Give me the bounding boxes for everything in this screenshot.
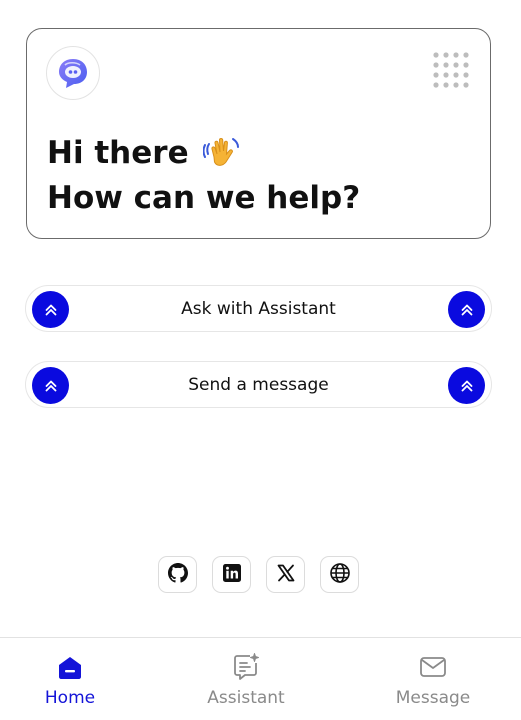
send-message-button[interactable]: Send a message (25, 361, 492, 408)
x-icon (276, 563, 296, 587)
tab-home-label: Home (44, 688, 96, 708)
social-links (158, 556, 360, 593)
tab-message-label: Message (395, 688, 471, 708)
greeting-line-2: How can we help? (47, 180, 361, 216)
github-icon (167, 562, 188, 587)
greeting: Hi there How can we help? (47, 131, 360, 221)
tab-assistant[interactable]: Assistant (186, 638, 306, 720)
greeting-line-1: Hi there (47, 135, 189, 171)
dot-grid-decoration-icon (432, 51, 472, 91)
tab-message[interactable]: Message (373, 638, 493, 720)
linkedin-link[interactable] (212, 556, 251, 593)
mail-icon (418, 652, 448, 682)
waving-hand-icon (202, 135, 241, 173)
website-link[interactable] (320, 556, 359, 593)
send-message-label: Send a message (188, 374, 329, 395)
tab-home[interactable]: Home (10, 638, 130, 720)
bottom-tab-bar: Home Assistant Message (0, 637, 521, 720)
welcome-card: Hi there How can we help? (26, 28, 491, 239)
chevron-up-double-icon (448, 291, 485, 328)
home-icon (55, 652, 85, 682)
ask-assistant-label: Ask with Assistant (181, 298, 336, 319)
globe-icon (329, 562, 351, 588)
linkedin-icon (222, 563, 242, 587)
chevron-up-double-icon (32, 291, 69, 328)
tab-assistant-label: Assistant (207, 688, 285, 708)
chat-bubble-logo-icon (46, 46, 100, 100)
x-link[interactable] (266, 556, 305, 593)
chevron-up-double-icon (448, 367, 485, 404)
github-link[interactable] (158, 556, 197, 593)
assistant-icon (231, 652, 261, 682)
ask-assistant-button[interactable]: Ask with Assistant (25, 285, 492, 332)
chevron-up-double-icon (32, 367, 69, 404)
